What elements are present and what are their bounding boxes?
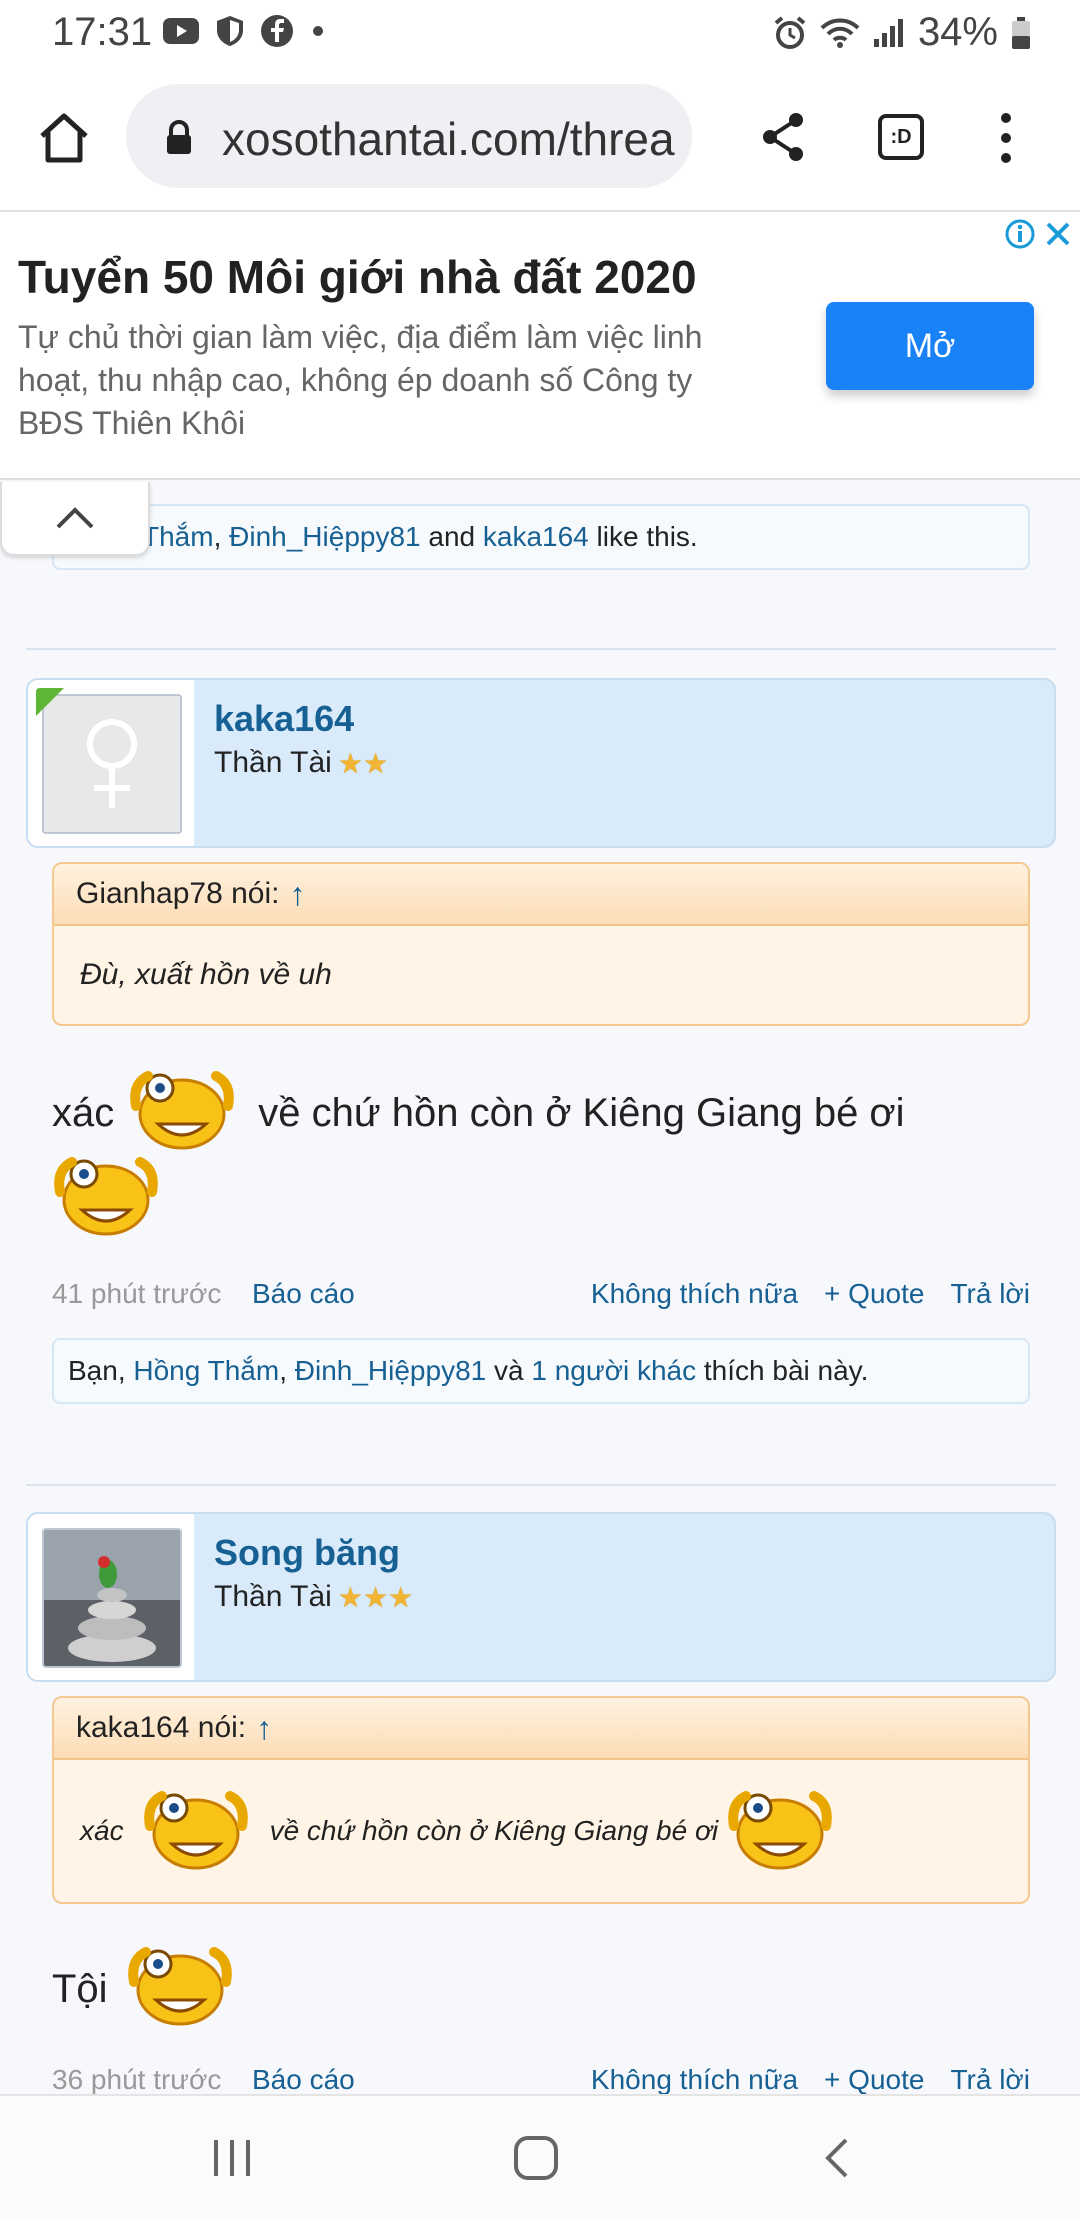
shield-icon: [217, 16, 243, 46]
battery-icon: [1012, 16, 1030, 49]
wifi-icon: [820, 18, 860, 48]
quote-text: Đù, xuất hồn về uh: [80, 958, 332, 991]
recent-apps-icon[interactable]: [210, 2136, 254, 2180]
likes-prefix: Bạn,: [68, 1355, 126, 1386]
post-user-card: kaka164 Thần Tài ★★: [26, 678, 1056, 848]
collapse-ad-tab[interactable]: [0, 482, 150, 556]
post-user-card: Song băng Thần Tài ★★★: [26, 1512, 1056, 1682]
post-message: Tội: [52, 1942, 236, 2036]
youtube-icon: [163, 18, 199, 44]
post-meta-bar: 41 phút trước Báo cáo Không thích nữa + …: [52, 1274, 1030, 1318]
quote-block: kaka164 nói: ↑ xác về chứ hồn còn ở Kiêng…: [52, 1696, 1030, 1904]
rank-stars: ★★: [337, 747, 389, 779]
reply-link[interactable]: Trả lời: [950, 1278, 1030, 1310]
likes-and-text: and: [428, 521, 476, 552]
tabs-switcher-icon[interactable]: :D: [878, 114, 924, 160]
ad-banner[interactable]: Tuyển 50 Môi giới nhà đất 2020 Tự chủ th…: [0, 212, 1080, 480]
post-time[interactable]: 36 phút trước: [52, 2064, 221, 2096]
likes-bar: Bạn, Hồng Thắm , Đinh_Hiệppy81 và 1 ngườ…: [52, 1338, 1030, 1404]
quote-link[interactable]: + Quote: [824, 2064, 924, 2096]
user-title: Thần Tài: [214, 1580, 332, 1613]
username-link[interactable]: Song băng: [214, 1532, 400, 1574]
unlike-link[interactable]: Không thích nữa: [591, 1278, 798, 1310]
laughing-emoji-icon: [52, 1152, 162, 1241]
reply-link[interactable]: Trả lời: [950, 2064, 1030, 2096]
home-icon[interactable]: [36, 110, 92, 166]
back-icon[interactable]: [822, 2136, 852, 2180]
online-indicator-icon: [36, 688, 64, 716]
post-time[interactable]: 41 phút trước: [52, 1278, 221, 1310]
quote-text: xác: [80, 1815, 124, 1846]
laughing-emoji-icon: [128, 1066, 238, 1160]
likes-and-text: và: [494, 1355, 524, 1386]
female-avatar-icon: [44, 696, 180, 832]
quote-block: Gianhap78 nói: ↑ Đù, xuất hồn về uh: [52, 862, 1030, 1026]
unlike-link[interactable]: Không thích nữa: [591, 2064, 798, 2096]
url-text: xosothantai.com/threa: [222, 113, 675, 165]
quote-jump-arrow[interactable]: ↑: [256, 1710, 272, 1747]
avatar[interactable]: [42, 1528, 182, 1668]
likes-bar: Thắm, Đinh_Hiệppy81 and kaka164 like thi…: [52, 504, 1030, 570]
lock-icon: [167, 120, 191, 154]
browser-toolbar: xosothantai.com/threa :D: [0, 66, 1080, 212]
like-user-link[interactable]: Đinh_Hiệppy81: [295, 1355, 486, 1387]
like-user-link[interactable]: Đinh_Hiệppy81: [229, 521, 420, 553]
chevron-up-icon: [56, 507, 94, 529]
username-link[interactable]: kaka164: [214, 698, 354, 740]
ad-close-icon[interactable]: [1044, 220, 1072, 248]
message-text: về chứ hồn còn ở Kiêng Giang bé ơi: [258, 1090, 905, 1135]
system-nav-bar: [0, 2094, 1080, 2220]
quote-text: về chứ hồn còn ở Kiêng Giang bé ơi: [269, 1815, 719, 1846]
quote-author: Gianhap78 nói:: [76, 877, 280, 910]
laughing-emoji-icon: [726, 1786, 836, 1877]
quote-author: kaka164 nói:: [76, 1711, 247, 1744]
like-user-link[interactable]: Hồng Thắm: [133, 1355, 279, 1387]
likes-suffix: thích bài này.: [703, 1355, 869, 1386]
user-title: Thần Tài: [214, 746, 332, 779]
laughing-emoji-icon: [126, 1942, 236, 2036]
post-separator: [26, 648, 1056, 650]
facebook-icon: [261, 15, 293, 47]
notification-dot-icon: [313, 26, 323, 36]
ad-title[interactable]: Tuyển 50 Môi giới nhà đất 2020: [18, 250, 697, 304]
quote-jump-arrow[interactable]: ↑: [290, 876, 306, 913]
ad-open-button[interactable]: Mở: [826, 302, 1034, 390]
likes-others-link[interactable]: 1 người khác: [531, 1355, 696, 1387]
likes-comma: ,: [279, 1355, 287, 1386]
share-icon[interactable]: [758, 110, 808, 164]
more-menu-icon[interactable]: [994, 110, 1018, 166]
report-link[interactable]: Báo cáo: [252, 2064, 355, 2096]
battery-percent: 34%: [917, 10, 998, 54]
home-button-icon[interactable]: [512, 2134, 560, 2182]
like-user-link[interactable]: Thắm: [142, 521, 214, 553]
ad-info-icon[interactable]: [1004, 218, 1036, 250]
post-separator: [26, 1484, 1056, 1486]
post-message: xác về chứ hồn còn ở Kiêng Giang bé ơi: [52, 1066, 905, 1160]
address-bar[interactable]: xosothantai.com/threa: [126, 84, 692, 188]
ad-description: Tự chủ thời gian làm việc, địa điểm làm …: [18, 319, 703, 441]
report-link[interactable]: Báo cáo: [252, 1278, 355, 1310]
rank-stars: ★★★: [337, 1581, 414, 1613]
clock: 17:31: [52, 10, 153, 54]
status-bar: 17:31 34%: [0, 0, 1080, 66]
quote-link[interactable]: + Quote: [824, 1278, 924, 1310]
stones-bird-avatar-icon: [44, 1530, 180, 1666]
message-text: Tội: [52, 1966, 108, 2011]
alarm-icon: [774, 15, 806, 49]
likes-suffix: like this.: [596, 521, 698, 552]
signal-icon: [873, 18, 903, 47]
like-user-link[interactable]: kaka164: [483, 521, 589, 553]
laughing-emoji-icon: [142, 1786, 252, 1877]
message-text: xác: [52, 1090, 115, 1135]
